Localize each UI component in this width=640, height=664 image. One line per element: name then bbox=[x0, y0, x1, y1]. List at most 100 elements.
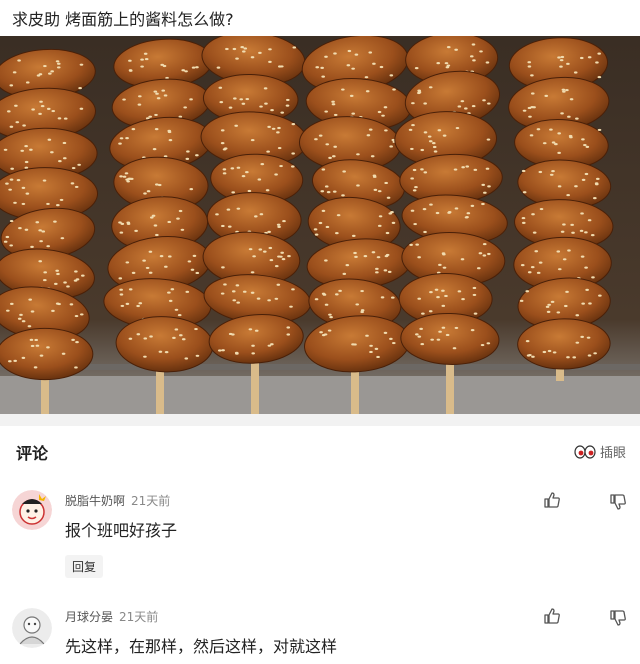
sesame-seed bbox=[522, 109, 527, 112]
sesame-seed bbox=[389, 74, 394, 77]
sesame-seed bbox=[353, 343, 357, 346]
sesame-seed bbox=[420, 342, 425, 346]
sesame-seed bbox=[119, 175, 123, 178]
sesame-seed bbox=[57, 117, 62, 120]
sesame-seed bbox=[441, 289, 445, 292]
sesame-seed bbox=[276, 283, 281, 286]
sesame-seed bbox=[51, 309, 55, 312]
sesame-seed bbox=[428, 310, 433, 313]
sesame-seed bbox=[460, 100, 465, 103]
sesame-seed bbox=[274, 264, 279, 268]
sesame-seed bbox=[14, 104, 18, 107]
sesame-seed bbox=[571, 231, 575, 234]
sesame-seed bbox=[365, 334, 369, 337]
username[interactable]: 脱脂牛奶啊 bbox=[65, 494, 125, 508]
sesame-seed bbox=[557, 132, 561, 135]
sesame-seed bbox=[324, 185, 329, 188]
sesame-seed bbox=[138, 95, 142, 98]
sesame-seed bbox=[75, 341, 79, 344]
sesame-seed bbox=[351, 67, 355, 70]
sesame-seed bbox=[56, 62, 61, 65]
sesame-seed bbox=[291, 288, 295, 291]
reaction-button[interactable]: 插眼 bbox=[574, 442, 626, 461]
sesame-seed bbox=[593, 352, 597, 355]
sesame-seed bbox=[528, 115, 532, 118]
sesame-seed bbox=[33, 366, 38, 369]
sesame-seed bbox=[9, 84, 14, 87]
sesame-seed bbox=[285, 104, 290, 107]
sesame-seed bbox=[347, 49, 352, 53]
sesame-seed bbox=[380, 296, 385, 299]
sesame-seed bbox=[8, 360, 12, 363]
sesame-seed bbox=[21, 356, 26, 359]
sesame-seed bbox=[280, 65, 284, 68]
sesame-seed bbox=[377, 110, 382, 114]
avatar[interactable] bbox=[12, 490, 52, 530]
sesame-seed bbox=[423, 131, 428, 134]
sesame-seed bbox=[71, 338, 75, 341]
sesame-seed bbox=[525, 340, 530, 343]
sesame-seed bbox=[134, 229, 138, 232]
sesame-seed bbox=[43, 64, 47, 68]
sesame-seed bbox=[557, 185, 562, 188]
sesame-seed bbox=[239, 98, 244, 101]
sesame-seed bbox=[326, 191, 331, 194]
sesame-seed bbox=[597, 128, 602, 132]
sesame-seed bbox=[369, 344, 373, 347]
reply-button[interactable]: 回复 bbox=[65, 555, 104, 578]
username[interactable]: 月球分晏 bbox=[65, 610, 113, 624]
sesame-seed bbox=[259, 213, 264, 216]
sesame-seed bbox=[47, 138, 52, 141]
sesame-seed bbox=[385, 231, 390, 235]
sesame-seed bbox=[187, 260, 192, 263]
sesame-seed bbox=[31, 108, 35, 111]
sesame-seed bbox=[276, 223, 281, 226]
sesame-seed bbox=[264, 102, 268, 105]
sesame-seed bbox=[414, 66, 419, 70]
sesame-seed bbox=[575, 117, 579, 120]
sesame-seed bbox=[289, 305, 293, 308]
sesame-seed bbox=[241, 175, 246, 178]
sesame-seed bbox=[452, 347, 457, 350]
thumbs-up-icon[interactable] bbox=[543, 607, 561, 625]
sesame-seed bbox=[423, 230, 427, 234]
sesame-seed bbox=[542, 350, 547, 354]
sesame-seed bbox=[465, 165, 470, 168]
sesame-seed bbox=[30, 344, 35, 348]
sesame-seed bbox=[547, 303, 551, 306]
sesame-seed bbox=[392, 88, 396, 91]
sesame-seed bbox=[412, 189, 417, 192]
sesame-seed bbox=[131, 271, 136, 274]
sesame-seed bbox=[243, 47, 248, 50]
sesame-seed bbox=[408, 128, 413, 131]
thumbs-down-icon[interactable] bbox=[609, 609, 627, 627]
sesame-seed bbox=[381, 114, 385, 117]
sesame-seed bbox=[222, 172, 227, 175]
sesame-seed bbox=[148, 271, 153, 274]
sesame-seed bbox=[597, 52, 601, 55]
avatar[interactable] bbox=[12, 608, 52, 648]
sesame-seed bbox=[479, 50, 483, 53]
sesame-seed bbox=[185, 290, 190, 293]
thumbs-up-icon[interactable] bbox=[543, 491, 561, 509]
sesame-seed bbox=[21, 186, 26, 189]
thumbs-down-icon[interactable] bbox=[609, 493, 627, 511]
sesame-seed bbox=[250, 291, 255, 294]
sesame-seed bbox=[597, 75, 602, 79]
sesame-seed bbox=[482, 242, 487, 246]
sesame-seed bbox=[155, 183, 159, 186]
sesame-seed bbox=[531, 355, 535, 358]
sesame-seed bbox=[163, 94, 168, 97]
sesame-seed bbox=[461, 166, 465, 169]
sesame-seed bbox=[74, 185, 79, 189]
sesame-seed bbox=[46, 107, 51, 111]
sesame-seed bbox=[235, 352, 239, 355]
sesame-seed bbox=[354, 53, 359, 56]
sesame-seed bbox=[220, 292, 225, 295]
sesame-seed bbox=[315, 66, 320, 69]
sesame-seed bbox=[324, 303, 329, 306]
sesame-seed bbox=[338, 289, 342, 292]
sesame-seed bbox=[480, 343, 485, 347]
sesame-seed bbox=[531, 213, 535, 216]
sesame-seed bbox=[391, 221, 396, 224]
